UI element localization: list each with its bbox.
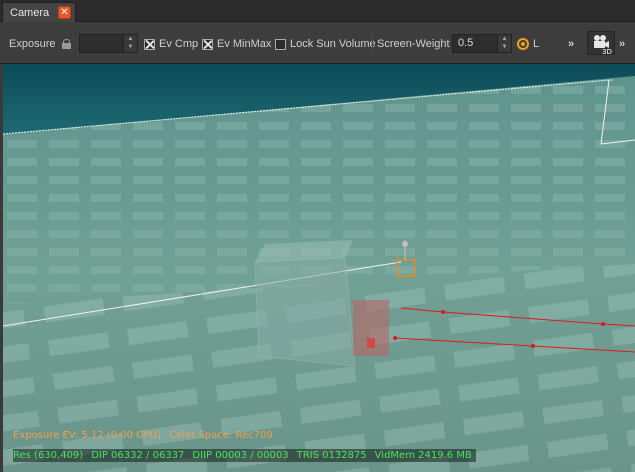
lock-sun-volume-check-icon[interactable] — [275, 38, 286, 50]
view-mode-badge: 3D — [602, 48, 612, 56]
diip-stat: DIIP 00003 / 00003 — [192, 450, 289, 461]
l-radio[interactable]: L — [517, 36, 539, 52]
l-radio-label: L — [533, 38, 540, 50]
screen-weight-spinbox[interactable]: 0.5 ▲ ▼ — [452, 34, 512, 53]
exposure-spinbox[interactable]: ▲ ▼ — [79, 34, 138, 53]
vidmem-stat: VidMem 2419.6 MB — [374, 450, 472, 461]
res-stat: Res (630,409) — [13, 450, 84, 461]
path-node — [441, 310, 445, 314]
path-node — [393, 336, 397, 340]
render-stats-overlay: Res (630,409) DIP 06332 / 06337 DIIP 00003… — [13, 449, 476, 462]
tris-stat: TRIS 0132875 — [296, 450, 367, 461]
exposure-label: Exposure — [9, 38, 56, 50]
overflow-icon-2[interactable]: » — [619, 36, 625, 52]
ev-minmax-label: Ev MinMax — [217, 38, 272, 50]
overflow-icon[interactable]: » — [568, 36, 574, 52]
color-space-text: Color Space: Rec709 — [169, 430, 273, 441]
screen-weight-value: 0.5 — [458, 37, 474, 49]
screen-weight-label: Screen-Weight — [377, 38, 450, 50]
tab-camera-label: Camera — [10, 6, 50, 19]
lock-icon[interactable] — [62, 36, 71, 52]
toolbar-separator — [372, 33, 373, 53]
path-node — [531, 344, 535, 348]
volume-cube-front — [254, 257, 356, 367]
scene-render — [3, 64, 635, 472]
close-icon[interactable]: ✕ — [58, 6, 71, 19]
ev-cmp-check-icon[interactable] — [144, 38, 155, 50]
l-radio-icon[interactable] — [517, 38, 529, 50]
camera-3d-icon: 3D — [594, 35, 612, 56]
view-mode-button[interactable]: 3D — [587, 31, 615, 56]
lock-sun-volume-checkbox[interactable]: Lock Sun Volume — [275, 36, 376, 52]
exposure-ev-text: Exposure EV: 5.12 (0.00 GPU) — [13, 430, 162, 441]
gizmo-handle — [402, 241, 408, 247]
screen-weight-spin-arrows[interactable]: ▲ ▼ — [497, 35, 511, 52]
camera-toolbar: Exposure ▲ ▼ Ev Cmp Ev MinMax Lock Sun Vo… — [0, 22, 635, 64]
dip-stat: DIP 06332 / 06337 — [91, 450, 185, 461]
ev-minmax-checkbox[interactable]: Ev MinMax — [202, 36, 271, 52]
tab-strip: Camera ✕ — [0, 0, 635, 22]
exposure-spin-arrows[interactable]: ▲ ▼ — [123, 35, 137, 52]
lock-sun-volume-label: Lock Sun Volume — [290, 38, 376, 50]
ev-cmp-checkbox[interactable]: Ev Cmp — [144, 36, 198, 52]
red-object-detail — [367, 338, 375, 348]
ev-cmp-label: Ev Cmp — [159, 38, 199, 50]
path-node — [601, 322, 605, 326]
ev-minmax-check-icon[interactable] — [202, 38, 213, 50]
exposure-info-overlay: Exposure EV: 5.12 (0.00 GPU) Color Space:… — [13, 430, 273, 441]
3d-viewport[interactable]: Exposure EV: 5.12 (0.00 GPU) Color Space:… — [3, 64, 635, 472]
tab-camera[interactable]: Camera ✕ — [2, 2, 76, 22]
